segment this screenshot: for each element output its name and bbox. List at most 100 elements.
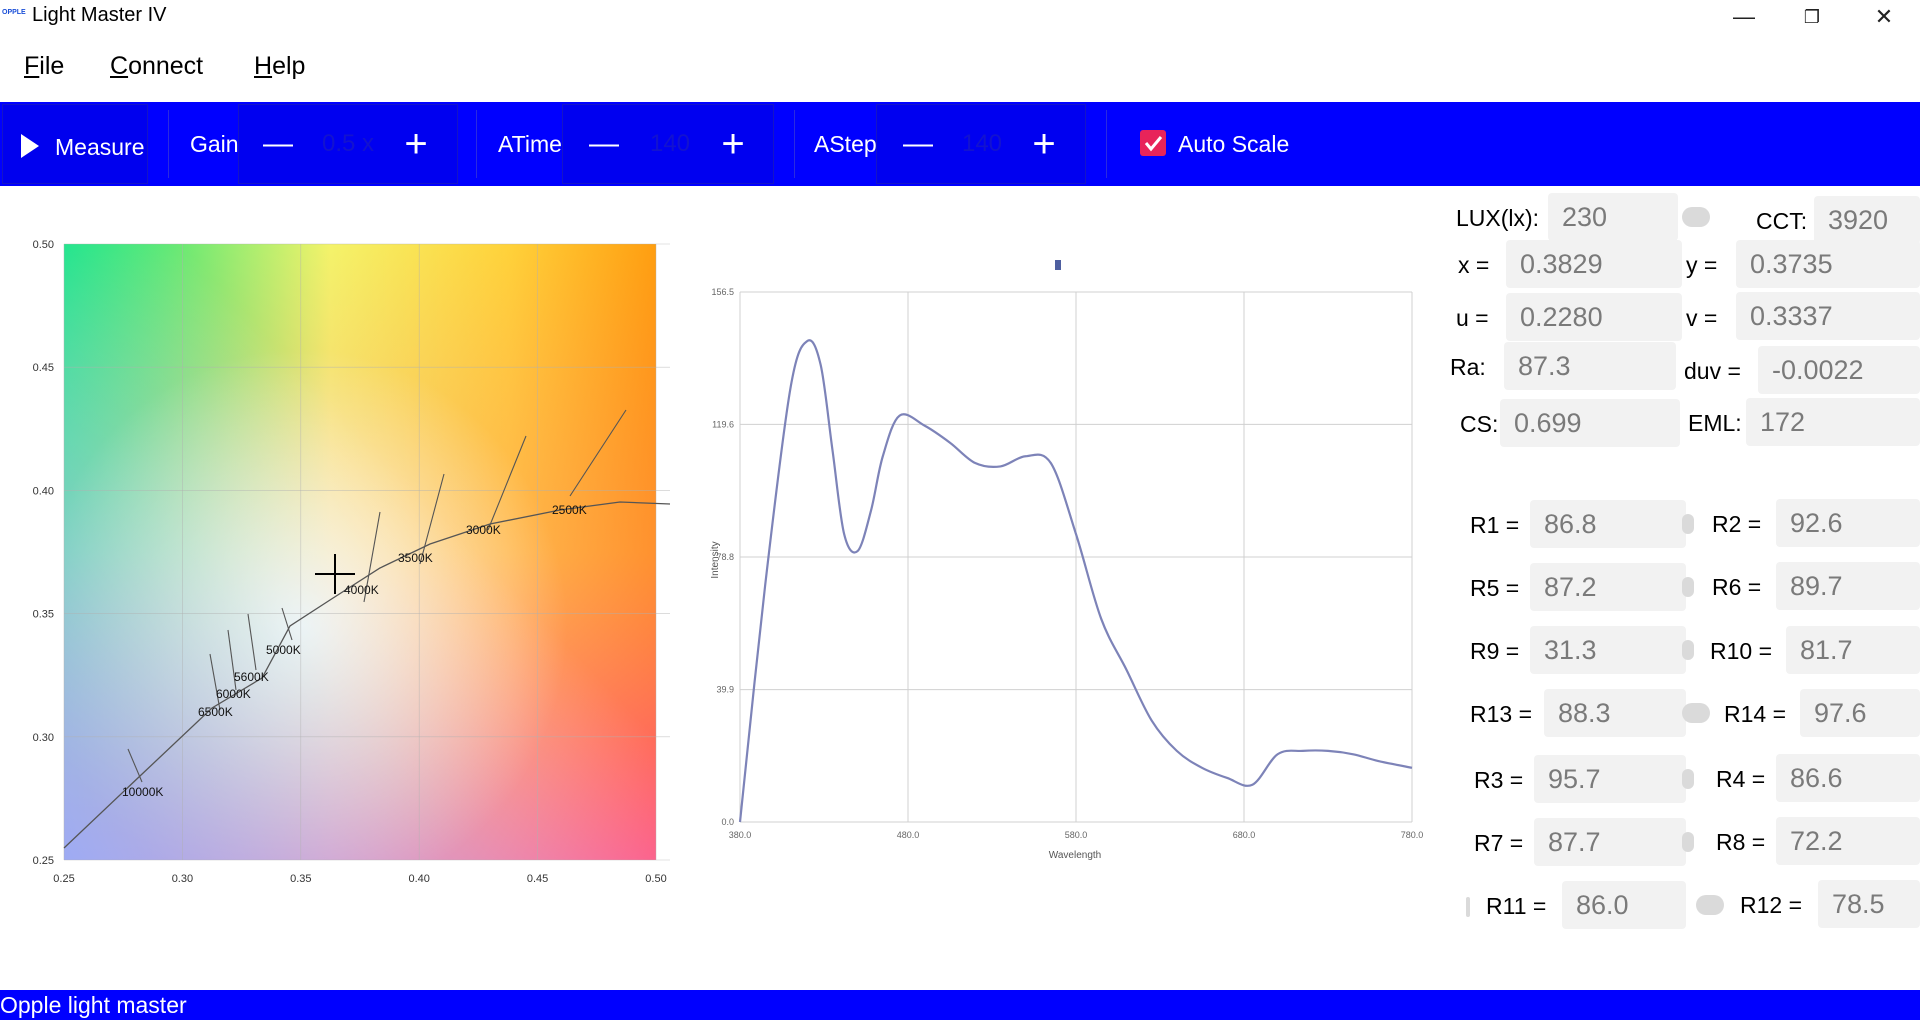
cct-label: CCT:: [1756, 208, 1808, 234]
ra-field[interactable]: 87.3: [1504, 342, 1676, 390]
cie-y-tick: 0.35: [33, 609, 54, 621]
u-label: u =: [1456, 305, 1489, 331]
play-icon: [21, 134, 39, 158]
duv-field[interactable]: -0.0022: [1758, 346, 1920, 394]
v-label: v =: [1686, 305, 1718, 331]
toolbar-divider: [794, 110, 795, 178]
r5-label: R5 =: [1470, 575, 1520, 601]
r9-toggle[interactable]: [1682, 640, 1694, 660]
spectrum-x-tick: 680.0: [1233, 830, 1256, 840]
spectrum-grid: [739, 291, 1413, 823]
window-title: Light Master IV: [32, 4, 167, 26]
astep-label: AStep: [814, 131, 877, 157]
astep-minus-button[interactable]: —: [898, 102, 938, 186]
eml-field[interactable]: 172: [1746, 398, 1920, 446]
v-field[interactable]: 0.3337: [1736, 292, 1920, 340]
r13-toggle[interactable]: [1682, 703, 1710, 723]
status-text: Opple light master: [0, 992, 187, 1018]
gain-value[interactable]: 0.5 x: [308, 102, 388, 186]
auto-scale-checkbox[interactable]: [1140, 130, 1166, 156]
close-button[interactable]: ✕: [1850, 0, 1918, 34]
u-field[interactable]: 0.2280: [1506, 293, 1682, 341]
x-label: x =: [1458, 252, 1490, 278]
measure-button[interactable]: Measure: [2, 104, 148, 184]
menu-help[interactable]: Help: [254, 52, 305, 81]
gain-minus-button[interactable]: —: [258, 102, 298, 186]
spectrum-y-tick: 156.5: [711, 287, 734, 297]
r3-toggle[interactable]: [1682, 769, 1694, 789]
toolbar-divider: [1106, 110, 1107, 178]
r11-toggle[interactable]: [1466, 897, 1470, 917]
atime-value[interactable]: 140: [630, 102, 710, 186]
menu-file[interactable]: File: [24, 52, 64, 81]
spectrum-y-tick: 39.9: [716, 685, 734, 695]
atime-minus-button[interactable]: —: [584, 102, 624, 186]
r6-label: R6 =: [1712, 574, 1762, 600]
cs-field[interactable]: 0.699: [1500, 399, 1680, 447]
cct-label: 5000K: [266, 643, 301, 657]
cie-x-axis: 0.25 0.30 0.35 0.40 0.45 0.50: [53, 873, 666, 885]
r2-field[interactable]: 92.6: [1776, 499, 1920, 547]
astep-value[interactable]: 140: [942, 102, 1022, 186]
status-bar: Opple light master: [0, 990, 1920, 1020]
r1-field[interactable]: 86.8: [1530, 500, 1686, 548]
r11-field[interactable]: 86.0: [1562, 881, 1686, 929]
lux-label: LUX(lx):: [1456, 205, 1540, 231]
cie-x-tick: 0.30: [172, 873, 193, 885]
cie-y-tick: 0.25: [33, 855, 54, 867]
cie-x-tick: 0.25: [53, 873, 74, 885]
r8-label: R8 =: [1716, 829, 1766, 855]
menu-connect[interactable]: Connect: [110, 52, 203, 81]
r4-field[interactable]: 86.6: [1776, 754, 1920, 802]
astep-plus-button[interactable]: +: [1024, 102, 1064, 186]
spectrum-x-tick: 580.0: [1065, 830, 1088, 840]
y-label: y =: [1686, 252, 1718, 278]
r7-field[interactable]: 87.7: [1534, 818, 1686, 866]
cie-y-tick: 0.40: [33, 485, 54, 497]
r9-label: R9 =: [1470, 638, 1520, 664]
r13-label: R13 =: [1470, 701, 1533, 727]
r5-toggle[interactable]: [1682, 577, 1694, 597]
cie-y-axis: 0.50 0.45 0.40 0.35 0.30 0.25: [33, 239, 54, 867]
cie-y-tick: 0.30: [33, 732, 54, 744]
r11-r12-toggle[interactable]: [1696, 895, 1724, 915]
cs-label: CS:: [1460, 411, 1499, 437]
cie-y-tick: 0.50: [33, 239, 54, 251]
r9-field[interactable]: 31.3: [1530, 626, 1686, 674]
x-field[interactable]: 0.3829: [1506, 240, 1682, 288]
lux-field[interactable]: 230: [1548, 193, 1678, 241]
r10-field[interactable]: 81.7: [1786, 626, 1920, 674]
r11-label: R11 =: [1486, 893, 1547, 919]
r12-field[interactable]: 78.5: [1818, 880, 1920, 928]
y-field[interactable]: 0.3735: [1736, 240, 1920, 288]
r2-label: R2 =: [1712, 511, 1762, 537]
restore-button[interactable]: ❐: [1778, 0, 1846, 34]
r14-label: R14 =: [1724, 701, 1787, 727]
cie-x-tick: 0.35: [290, 873, 311, 885]
lux-toggle[interactable]: [1682, 207, 1710, 227]
spectrum-x-tick: 780.0: [1401, 830, 1424, 840]
spectrum-y-label: Intensity: [710, 541, 721, 578]
spectrum-y-tick: 119.6: [712, 419, 734, 429]
cct-label: 3500K: [398, 551, 433, 565]
r13-field[interactable]: 88.3: [1544, 689, 1686, 737]
r7-label: R7 =: [1474, 830, 1524, 856]
cct-field[interactable]: 3920: [1814, 196, 1920, 244]
r1-toggle[interactable]: [1682, 514, 1694, 534]
duv-label: duv =: [1684, 358, 1741, 384]
toolbar: Measure Gain — 0.5 x + ATime — 140 + ASt…: [0, 102, 1920, 186]
r6-field[interactable]: 89.7: [1776, 562, 1920, 610]
r14-field[interactable]: 97.6: [1800, 689, 1920, 737]
legend-marker: [1055, 260, 1061, 270]
r8-field[interactable]: 72.2: [1776, 817, 1920, 865]
atime-plus-button[interactable]: +: [713, 102, 753, 186]
spectrum-x-label: Wavelength: [1049, 850, 1101, 861]
minimize-button[interactable]: —: [1710, 0, 1778, 34]
r5-field[interactable]: 87.2: [1530, 563, 1686, 611]
gain-plus-button[interactable]: +: [396, 102, 436, 186]
r7-toggle[interactable]: [1682, 832, 1694, 852]
spectrum-x-tick: 380.0: [729, 830, 752, 840]
cct-label: 5600K: [234, 670, 269, 684]
spectrum-x-axis: 380.0 480.0 580.0 680.0 780.0: [729, 830, 1424, 840]
r3-field[interactable]: 95.7: [1534, 755, 1686, 803]
